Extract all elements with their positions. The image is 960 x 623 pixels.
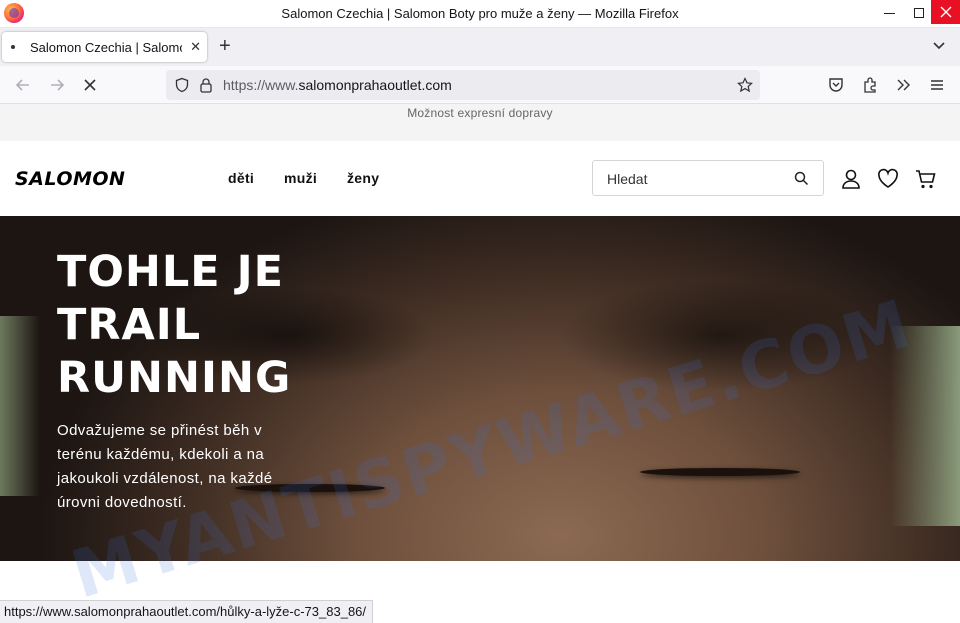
- hero-background-detail: [0, 316, 40, 496]
- navigation-toolbar: https://www.salomonprahaoutlet.com: [0, 66, 960, 104]
- forward-button[interactable]: [47, 75, 67, 95]
- search-icon[interactable]: [794, 171, 809, 186]
- tab-strip: Salomon Czechia | Salomon Boty pro muže …: [0, 28, 960, 66]
- search-placeholder: Hledat: [607, 171, 648, 187]
- hero-subtitle-line: terénu každému, kdekoli a na: [57, 446, 265, 463]
- hero-background-detail: [890, 326, 960, 526]
- nav-link-zeny[interactable]: ženy: [347, 170, 379, 186]
- hero-subtitle-line: Odvažujeme se přinést běh v: [57, 422, 263, 439]
- window-title: Salomon Czechia | Salomon Boty pro muže …: [281, 6, 679, 21]
- back-button[interactable]: [13, 75, 33, 95]
- url-bar[interactable]: https://www.salomonprahaoutlet.com: [166, 70, 760, 100]
- hero-subtitle: Odvažujeme se přinést běh v terénu každé…: [57, 419, 307, 515]
- hero-title: TOHLE JE TRAIL RUNNING: [57, 246, 291, 405]
- shield-icon[interactable]: [174, 77, 190, 93]
- forward-arrow-icon: [51, 79, 65, 91]
- window-titlebar: Salomon Czechia | Salomon Boty pro muže …: [0, 0, 960, 28]
- hero-title-line: TOHLE JE: [57, 247, 284, 297]
- overflow-chevrons-icon[interactable]: [894, 76, 912, 94]
- tab-active[interactable]: Salomon Czechia | Salomon Boty pro muže …: [2, 32, 207, 62]
- status-bar-link-preview: https://www.salomonprahaoutlet.com/hůlky…: [0, 600, 374, 623]
- cart-icon[interactable]: [915, 168, 937, 190]
- minimize-icon: [883, 12, 895, 14]
- hero-photo-eye-right: [640, 468, 800, 476]
- nav-link-deti[interactable]: děti: [228, 170, 254, 186]
- minimize-button[interactable]: [873, 0, 905, 26]
- chevron-down-icon[interactable]: [931, 37, 947, 53]
- lock-icon[interactable]: [199, 77, 213, 93]
- url-text: https://www.salomonprahaoutlet.com: [223, 77, 452, 93]
- search-input[interactable]: Hledat: [592, 160, 824, 196]
- close-icon: [940, 6, 951, 18]
- pocket-icon[interactable]: [827, 76, 845, 94]
- stop-icon: [84, 79, 96, 91]
- stop-button[interactable]: [80, 75, 100, 95]
- url-prefix: https://www.: [223, 77, 299, 93]
- promo-banner: Možnost expresní dopravy: [0, 104, 960, 141]
- maximize-icon: [914, 8, 924, 18]
- promo-text: Možnost expresní dopravy: [407, 106, 553, 120]
- hamburger-menu-icon[interactable]: [928, 76, 946, 94]
- tab-label: Salomon Czechia | Salomon Boty pro muže …: [30, 39, 182, 55]
- tab-close-icon[interactable]: ✕: [190, 39, 201, 55]
- wishlist-heart-icon[interactable]: [877, 168, 899, 190]
- site-header: SALOMON děti muži ženy Hledat: [0, 141, 960, 216]
- tab-loading-icon: [11, 45, 15, 49]
- hero-title-line: TRAIL: [57, 300, 202, 350]
- close-window-button[interactable]: [931, 0, 960, 24]
- url-host: salomonprahaoutlet.com: [298, 77, 452, 93]
- back-arrow-icon: [15, 79, 29, 91]
- bookmark-star-icon[interactable]: [737, 77, 753, 93]
- account-icon[interactable]: [840, 168, 862, 190]
- salomon-logo[interactable]: SALOMON: [15, 168, 125, 190]
- nav-link-muzi[interactable]: muži: [284, 170, 317, 186]
- new-tab-button[interactable]: +: [219, 34, 231, 58]
- extensions-icon[interactable]: [861, 76, 879, 94]
- hero-subtitle-line: jakoukoli vzdálenost, na každé: [57, 470, 273, 487]
- hero-banner[interactable]: TOHLE JE TRAIL RUNNING Odvažujeme se při…: [0, 216, 960, 561]
- hero-title-line: RUNNING: [57, 353, 292, 403]
- hero-subtitle-line: úrovni dovedností.: [57, 494, 187, 511]
